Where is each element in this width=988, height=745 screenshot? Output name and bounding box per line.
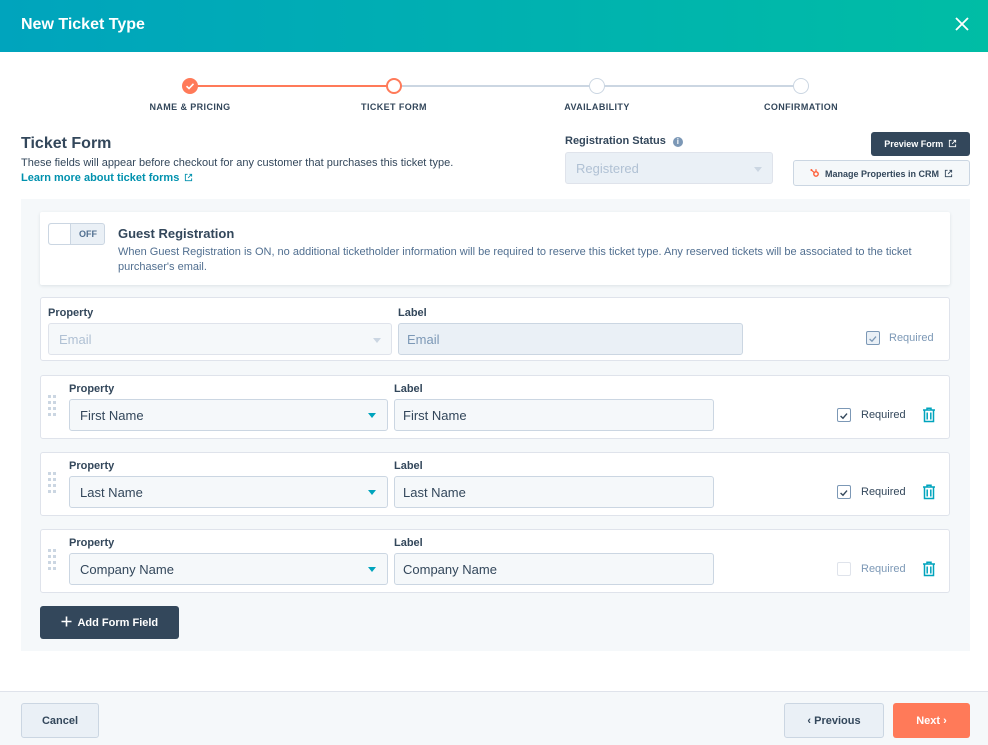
chevron-down-icon (368, 490, 376, 495)
registration-status-value: Registered (576, 161, 639, 176)
step-active-icon (386, 78, 402, 94)
guest-registration-title: Guest Registration (118, 226, 235, 241)
chevron-down-icon (373, 338, 381, 343)
label-input[interactable]: Last Name (394, 476, 714, 508)
external-link-icon (948, 139, 956, 148)
property-label: Property (69, 383, 115, 395)
drag-handle-icon[interactable] (48, 395, 56, 417)
drag-handle-icon[interactable] (48, 472, 56, 494)
label-input[interactable]: Company Name (394, 553, 714, 585)
property-select[interactable]: Last Name (69, 476, 388, 508)
chevron-down-icon (368, 413, 376, 418)
property-label: Property (48, 307, 94, 319)
property-value: Last Name (80, 485, 143, 500)
modal-header: New Ticket Type (0, 0, 988, 52)
step-complete-icon (182, 78, 198, 94)
registration-status-select: Registered (565, 152, 773, 184)
required-checkbox (866, 331, 880, 345)
learn-more-text: Learn more about ticket forms (21, 172, 180, 184)
form-field-row-email: Property Label Email Email Required (40, 297, 950, 361)
manage-properties-button[interactable]: Manage Properties in CRM (793, 160, 970, 186)
modal-title: New Ticket Type (21, 16, 145, 33)
info-icon[interactable]: i (672, 137, 683, 147)
step-upcoming-icon (589, 78, 605, 94)
step-label-availability: AVAILABILITY (564, 102, 630, 112)
form-field-row-last-name: Property Label Last Name Last Name Requi… (40, 452, 950, 516)
add-form-field-button[interactable]: Add Form Field (40, 606, 179, 639)
section-title: Ticket Form (21, 135, 112, 152)
registration-status-label: Registration Status i (565, 135, 683, 147)
manage-properties-label: Manage Properties in CRM (824, 168, 940, 179)
drag-handle-icon[interactable] (48, 549, 56, 571)
plus-icon (61, 616, 72, 627)
guest-registration-toggle[interactable]: OFF (48, 223, 105, 245)
label-input[interactable]: First Name (394, 399, 714, 431)
trash-icon[interactable] (922, 407, 936, 423)
previous-button[interactable]: ‹ Previous (784, 703, 884, 738)
progress-stepper: NAME & PRICING TICKET FORM AVAILABILITY … (0, 76, 988, 116)
required-label: Required (889, 332, 934, 344)
label-label: Label (398, 307, 427, 319)
property-value: First Name (80, 408, 144, 423)
property-value: Company Name (80, 562, 174, 577)
external-link-icon (944, 169, 952, 177)
guest-registration-description: When Guest Registration is ON, no additi… (118, 246, 912, 273)
toggle-knob (49, 224, 71, 244)
required-label: Required (861, 563, 906, 575)
step-label-ticket-form: TICKET FORM (361, 102, 427, 112)
learn-more-link[interactable]: Learn more about ticket forms (21, 172, 193, 184)
property-value: Email (59, 332, 92, 347)
required-checkbox[interactable] (837, 562, 851, 576)
toggle-state-label: OFF (79, 229, 97, 239)
next-button[interactable]: Next › (893, 703, 970, 738)
next-label: Next (916, 714, 941, 727)
preview-form-label: Preview Form (884, 139, 944, 149)
chevron-down-icon (368, 567, 376, 572)
step-connector-complete (190, 85, 394, 87)
trash-icon[interactable] (922, 561, 936, 577)
cancel-button[interactable]: Cancel (21, 703, 99, 738)
chevron-right-icon: › (940, 714, 947, 727)
close-icon[interactable] (950, 12, 974, 36)
required-label: Required (861, 486, 906, 498)
property-select[interactable]: Company Name (69, 553, 388, 585)
add-form-field-label: Add Form Field (77, 617, 159, 629)
required-label: Required (861, 409, 906, 421)
property-label: Property (69, 460, 115, 472)
property-select: Email (48, 323, 392, 355)
form-field-row-first-name: Property Label First Name First Name Req… (40, 375, 950, 439)
label-label: Label (394, 460, 423, 472)
required-checkbox[interactable] (837, 485, 851, 499)
label-label: Label (394, 537, 423, 549)
property-label: Property (69, 537, 115, 549)
chevron-down-icon (754, 167, 762, 172)
external-link-icon (185, 173, 193, 182)
required-checkbox[interactable] (837, 408, 851, 422)
trash-icon[interactable] (922, 484, 936, 500)
step-label-name-pricing: NAME & PRICING (149, 102, 231, 112)
registration-status-text: Registration Status (565, 135, 666, 147)
label-input: Email (398, 323, 743, 355)
label-label: Label (394, 383, 423, 395)
preview-form-button[interactable]: Preview Form (871, 132, 970, 156)
step-label-confirmation: CONFIRMATION (763, 102, 839, 112)
form-field-row-company-name: Property Label Company Name Company Name… (40, 529, 950, 593)
section-description: These fields will appear before checkout… (21, 157, 454, 169)
step-upcoming-icon (793, 78, 809, 94)
previous-label: Previous (814, 714, 861, 727)
hubspot-sprocket-icon (810, 168, 820, 177)
property-select[interactable]: First Name (69, 399, 388, 431)
